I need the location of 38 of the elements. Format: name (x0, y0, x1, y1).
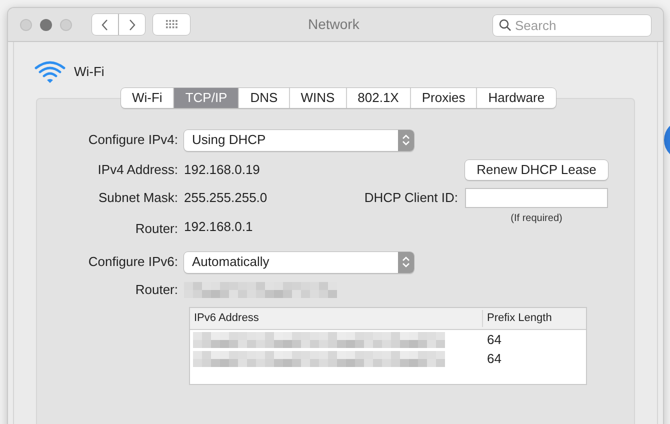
field-value: 192.168.0.1 (184, 218, 254, 236)
column-header[interactable]: Prefix Length (483, 310, 552, 327)
field-label: Configure IPv6: (88, 254, 178, 269)
service-name: Wi-Fi (74, 63, 104, 82)
tab[interactable]: DNS (239, 88, 290, 108)
tab[interactable]: WINS (290, 88, 347, 108)
popup-menu[interactable]: Automatically (184, 252, 414, 272)
stepper-icon (398, 130, 414, 150)
wifi-icon (34, 60, 66, 84)
dhcp-client-id-field[interactable] (465, 188, 608, 208)
column-header[interactable]: IPv6 Address (190, 310, 483, 327)
stepper-icon (398, 252, 414, 272)
field-label: DHCP Client ID: (363, 189, 458, 208)
tab[interactable]: Proxies (410, 88, 478, 108)
field-value: 255.255.255.0 (184, 189, 268, 208)
renew-dhcp-button[interactable]: Renew DHCP Lease (465, 160, 608, 180)
chevron-left-icon (101, 18, 109, 30)
table-cell-text: 64 (486, 350, 502, 368)
field-label: Subnet Mask: (98, 190, 178, 205)
show-all-button[interactable] (153, 14, 190, 35)
hint-text: (If required) (510, 212, 564, 226)
popup-menu[interactable]: Using DHCP (184, 130, 414, 150)
back-button[interactable] (92, 14, 118, 35)
table-cell-text: 64 (486, 330, 502, 349)
search-field[interactable]: Search (493, 15, 651, 36)
search-icon (499, 19, 511, 31)
forward-button[interactable] (119, 14, 145, 35)
window-control[interactable] (40, 18, 52, 30)
chevron-right-icon (128, 18, 136, 30)
tab[interactable]: 802.1X (346, 88, 411, 108)
field-label: Router: (135, 221, 178, 236)
field-value: 192.168.0.19 (184, 161, 261, 180)
field-label: Configure IPv4: (88, 132, 178, 147)
window-title: Network (308, 15, 360, 34)
field-label: IPv4 Address: (98, 162, 178, 177)
tab[interactable]: Hardware (477, 88, 556, 108)
field-label: Router: (135, 282, 178, 297)
grid-icon (166, 20, 178, 29)
